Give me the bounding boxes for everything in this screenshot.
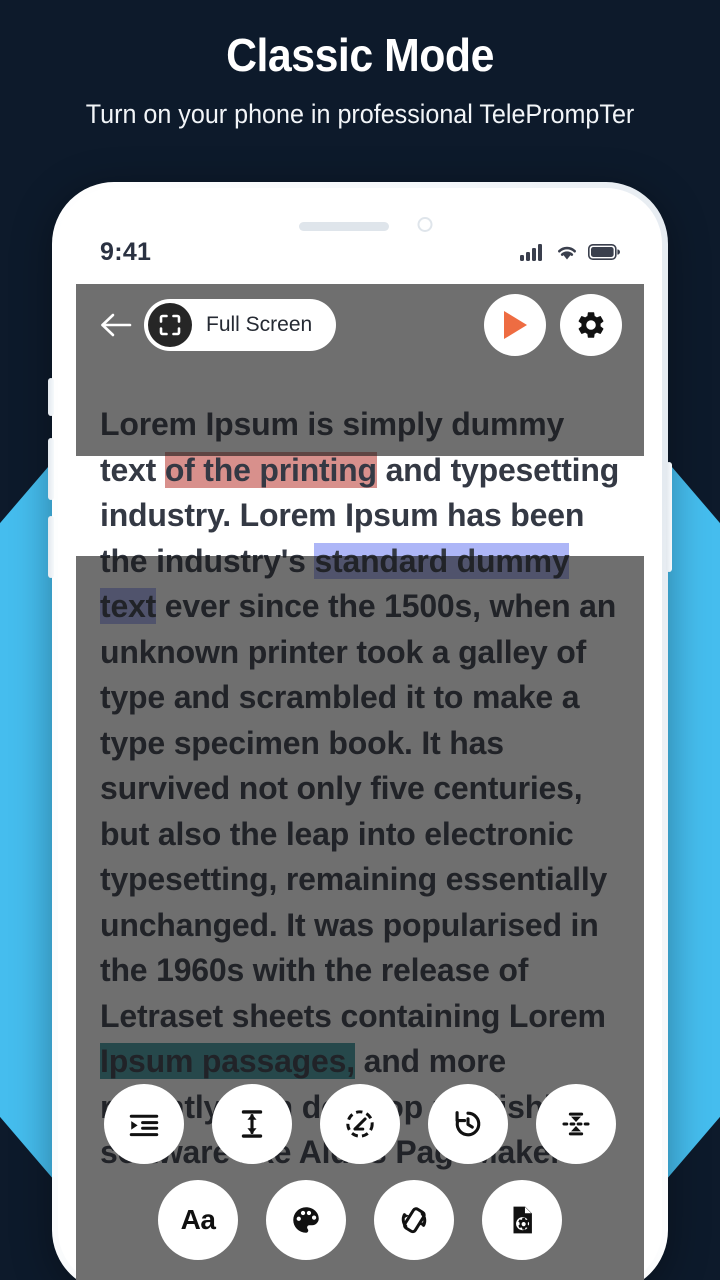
speed-button[interactable] [320, 1084, 400, 1164]
speed-gauge-icon [343, 1107, 377, 1141]
screen-rotate-button[interactable] [374, 1180, 454, 1260]
indent-button[interactable] [104, 1084, 184, 1164]
settings-button[interactable] [560, 294, 622, 356]
document-settings-button[interactable] [482, 1180, 562, 1260]
app-screen: Lorem Ipsum is simply dummy text of the … [76, 284, 644, 1280]
document-settings-icon [505, 1203, 539, 1237]
text-segment-highlight-red: of the printing [164, 451, 377, 488]
arrow-left-icon [99, 311, 133, 339]
indent-icon [127, 1107, 161, 1141]
text-segment: ever since the 1500s, when an unknown pr… [100, 588, 617, 1034]
app-toolbar: Full Screen [76, 284, 644, 366]
promo-stage: Classic Mode Turn on your phone in profe… [0, 0, 720, 1280]
fullscreen-icon [148, 303, 192, 347]
phone-front-camera [417, 217, 433, 232]
promo-header: Classic Mode Turn on your phone in profe… [0, 30, 720, 130]
status-bar: 9:41 [52, 234, 668, 270]
play-button[interactable] [484, 294, 546, 356]
line-height-button[interactable] [212, 1084, 292, 1164]
phone-volume-down-button[interactable] [48, 516, 54, 578]
vertical-align-icon [559, 1107, 593, 1141]
color-palette-button[interactable] [266, 1180, 346, 1260]
text-segment-highlight-teal: Ipsum passages, [100, 1043, 355, 1079]
cellular-signal-icon [520, 243, 546, 261]
phone-earpiece-speaker [299, 222, 389, 231]
timer-button[interactable] [428, 1084, 508, 1164]
teleprompter-text[interactable]: Lorem Ipsum is simply dummy text of the … [76, 284, 644, 1196]
phone-mockup: 9:41 Lorem Ipsum is simply dummy text of… [48, 182, 672, 1280]
font-size-icon: Aa [180, 1204, 216, 1235]
fullscreen-button[interactable]: Full Screen [144, 299, 337, 351]
wifi-icon [555, 243, 579, 261]
color-palette-icon [289, 1203, 323, 1237]
phone-power-button[interactable] [666, 462, 672, 572]
page-title: Classic Mode [226, 29, 494, 81]
font-size-button[interactable]: Aa [158, 1180, 238, 1260]
status-bar-icons [520, 243, 620, 261]
battery-icon [588, 244, 620, 260]
back-button[interactable] [98, 307, 134, 343]
timer-icon [451, 1107, 485, 1141]
play-icon [500, 309, 530, 341]
phone-silent-switch[interactable] [48, 378, 54, 416]
page-subtitle: Turn on your phone in professional TeleP… [85, 98, 635, 129]
status-bar-time: 9:41 [100, 237, 152, 266]
screen-rotate-icon [397, 1203, 431, 1237]
vertical-align-button[interactable] [536, 1084, 616, 1164]
line-height-icon [235, 1107, 269, 1141]
controls-row-secondary: Aa [158, 1180, 562, 1260]
gear-icon [575, 309, 607, 341]
controls-row-primary [104, 1084, 616, 1164]
fullscreen-label: Full Screen [206, 313, 313, 336]
phone-volume-up-button[interactable] [48, 438, 54, 500]
prompter-controls: Aa [76, 1084, 644, 1260]
